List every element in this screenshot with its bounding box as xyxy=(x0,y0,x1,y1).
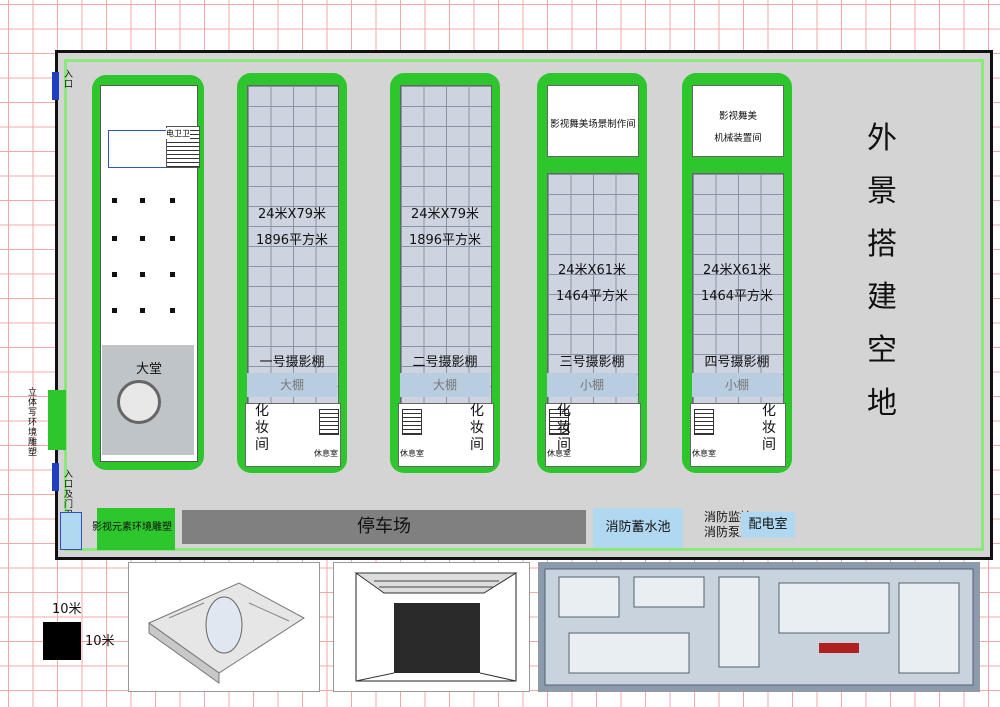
studio-3-workshop-label: 影视舞美场景制作间 xyxy=(550,119,636,130)
scale-label-side: 10米 xyxy=(85,634,115,649)
outdoor-area-label: 外景搭建空地 xyxy=(867,121,897,421)
studio-3-makeup: 化妆间 xyxy=(557,403,571,453)
studio-4-workshop: 影视舞美 机械装置间 xyxy=(692,85,784,157)
entrance-marker-top xyxy=(52,72,59,100)
studio-2-rest: 休息室 xyxy=(400,449,424,458)
sculpture-green-left xyxy=(48,390,66,450)
studio-1-hall: 大棚 xyxy=(247,373,337,397)
studio-2: 24米X79米 1896平方米 二号摄影棚 大棚 化妆间 休息室 xyxy=(390,73,500,473)
parking-label: 停车场 xyxy=(357,516,411,537)
studio-1-stair xyxy=(319,409,339,435)
studio-2-hall: 大棚 xyxy=(400,373,490,397)
sculpture-bottom-label: 影视元素环境雕塑 xyxy=(92,522,172,533)
studio-4-workshop-label-1: 影视舞美 xyxy=(718,111,757,122)
restroom-label: 电卫卫 xyxy=(166,128,190,139)
entrance-marker-bottom xyxy=(52,463,59,491)
studio-4-hall: 小棚 xyxy=(692,373,782,397)
studio-4-rest: 休息室 xyxy=(692,449,716,458)
studio-4-makeup: 化妆间 xyxy=(762,403,776,453)
lobby-label: 大堂 xyxy=(136,362,163,377)
studio-1-rest: 休息室 xyxy=(314,449,338,458)
studio-4: 影视舞美 机械装置间 24米X61米 1464平方米 四号摄影棚 小棚 化妆间 … xyxy=(682,73,792,473)
studio-4-dimensions: 24米X61米 xyxy=(703,263,771,278)
studio-section-thumbnail xyxy=(333,562,530,692)
studio-2-dimensions: 24米X79米 xyxy=(411,207,479,222)
studio-3-name: 三号摄影棚 xyxy=(559,355,625,370)
studio-4-stair xyxy=(694,409,714,435)
lobby-rotunda xyxy=(117,380,161,424)
floor-plan-render-thumbnail xyxy=(538,562,980,692)
scale-square xyxy=(43,622,81,660)
studio-2-area: 1896平方米 xyxy=(408,233,482,248)
entrance-label: 入口 xyxy=(64,70,74,90)
power-room: 配电室 xyxy=(741,512,795,538)
studio-2-stair xyxy=(402,409,422,435)
studio-4-name: 四号摄影棚 xyxy=(704,355,770,370)
studio-1-makeup: 化妆间 xyxy=(255,403,269,453)
studio-3-rest: 休息室 xyxy=(547,449,571,458)
studio-3: 影视舞美场景制作间 24米X61米 1464平方米 三号摄影棚 小棚 化妆间 休… xyxy=(537,73,647,473)
studio-4-workshop-label-2: 机械装置间 xyxy=(714,133,762,144)
studio-3-dimensions: 24米X61米 xyxy=(558,263,626,278)
fire-pool: 消防蓄水池 xyxy=(593,508,683,548)
studio-3-workshop: 影视舞美场景制作间 xyxy=(547,85,639,157)
sculpture-left-label: 立体写环境雕塑 xyxy=(28,388,38,458)
studio-3-area: 1464平方米 xyxy=(555,289,629,304)
studio-2-name: 二号摄影棚 xyxy=(412,355,478,370)
studio-1: 24米X79米 1896平方米 一号摄影棚 大棚 化妆间 休息室 xyxy=(237,73,347,473)
studio-2-makeup: 化妆间 xyxy=(470,403,484,453)
scale-label-top: 10米 xyxy=(52,602,82,617)
studio-1-area: 1896平方米 xyxy=(255,233,329,248)
studio-1-name: 一号摄影棚 xyxy=(259,355,325,370)
parking-lot: 停车场 xyxy=(182,510,586,544)
lobby-render-thumbnail xyxy=(128,562,320,692)
studio-1-dimensions: 24米X79米 xyxy=(258,207,326,222)
studio-4-area: 1464平方米 xyxy=(700,289,774,304)
gate-house xyxy=(60,512,82,550)
studio-3-hall: 小棚 xyxy=(547,373,637,397)
lobby-room xyxy=(108,130,168,168)
